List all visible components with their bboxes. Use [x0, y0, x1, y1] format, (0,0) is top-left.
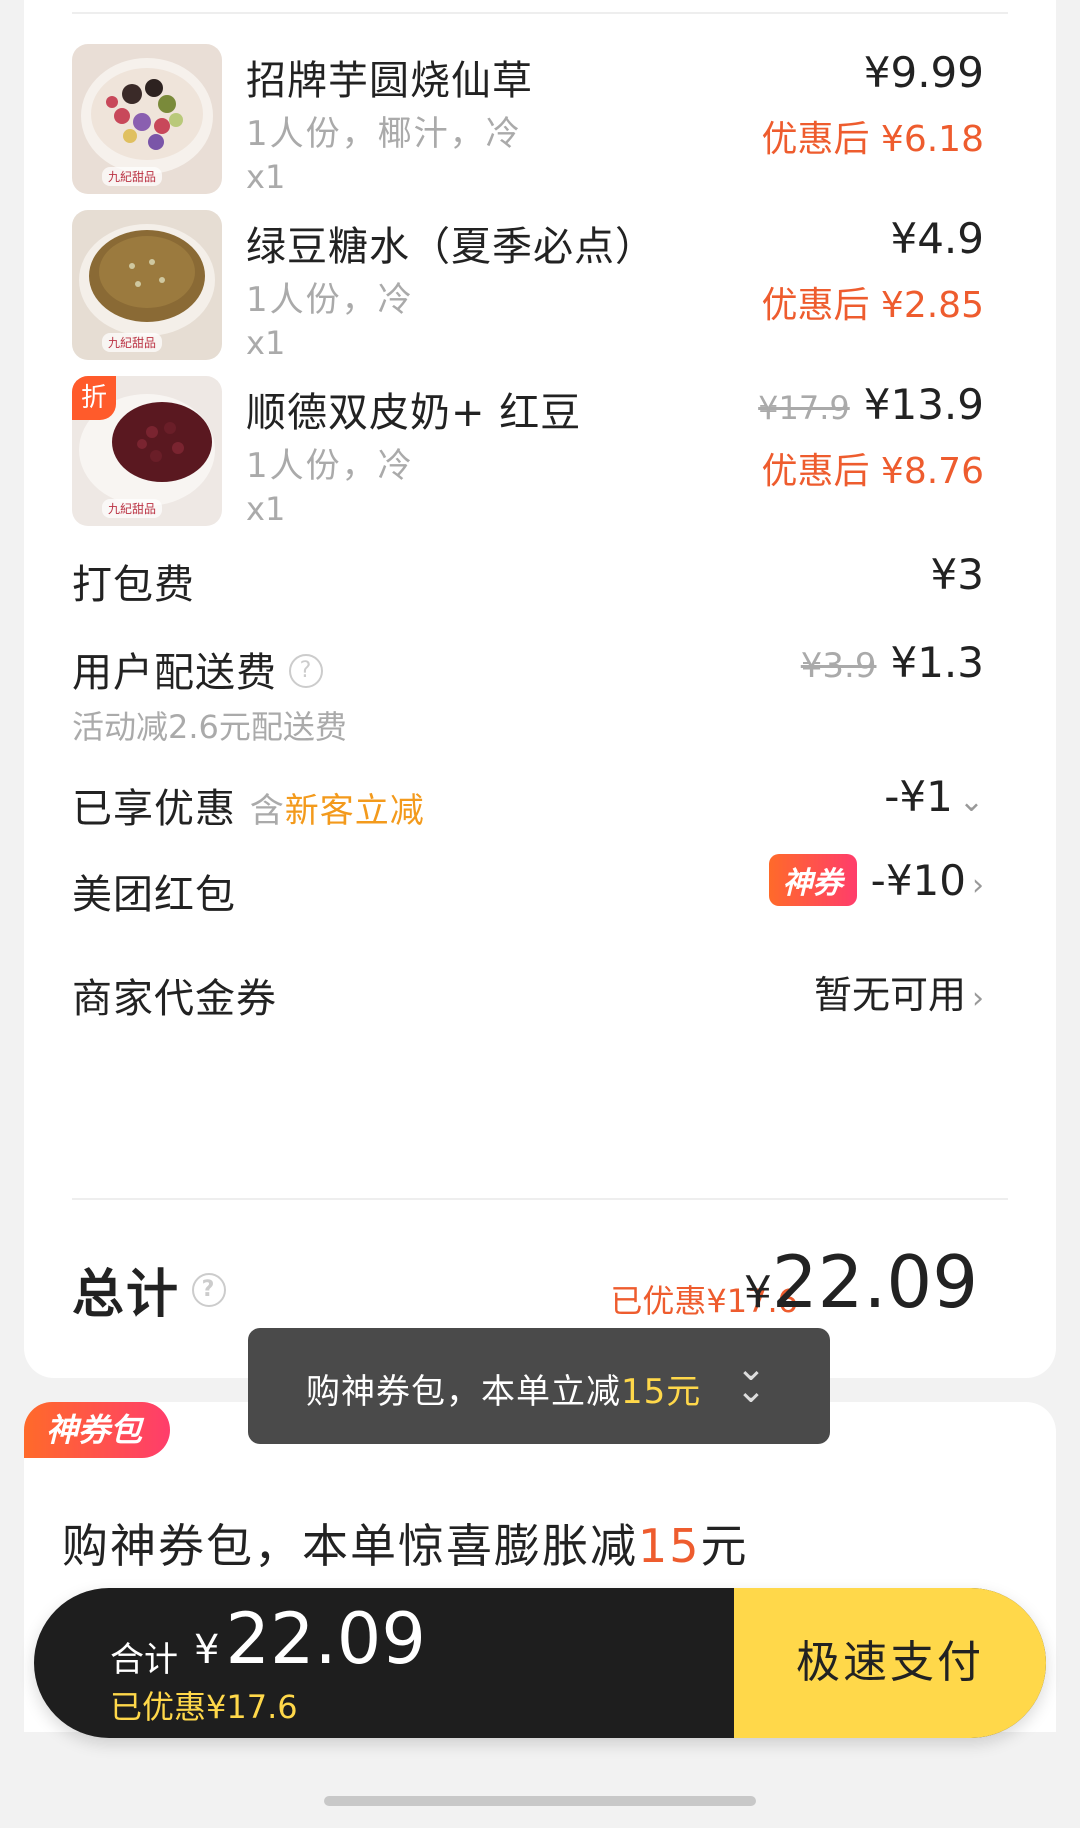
item-spec: 1人份，冷	[246, 446, 414, 486]
item-price: ¥17.9 ¥13.9	[758, 380, 984, 429]
coupon-pack-title-text: 购神券包，本单惊喜膨胀减	[62, 1519, 638, 1573]
coupon-pack-title: 购神券包，本单惊喜膨胀减15元	[62, 1510, 749, 1576]
item-image: 九紀甜品	[72, 210, 222, 360]
merchant-voucher-row[interactable]: 商家代金券 暂无可用 ›	[48, 966, 984, 1026]
delivery-fee-note: 活动减2.6元配送费	[72, 708, 347, 746]
packing-fee-label: 打包费	[72, 562, 195, 608]
coupon-toast[interactable]: 购神券包，本单立减15元 ⌄ ⌄	[248, 1328, 830, 1444]
delivery-original-fee: ¥3.9	[800, 646, 877, 686]
item-original-price: ¥17.9	[758, 389, 850, 427]
delivery-fee-row: 用户配送费? ¥3.9 ¥1.3 活动减2.6元配送费	[48, 636, 984, 746]
toast-message: 购神券包，本单立减	[306, 1372, 621, 1412]
shen-coupon-tag: 神券	[768, 853, 857, 906]
discount-value-group: -¥1 ⌄	[884, 772, 984, 821]
discount-row[interactable]: 已享优惠 含新客立减 -¥1 ⌄	[48, 772, 984, 836]
total-title: 总计?	[72, 1252, 227, 1327]
order-item: 折 九紀甜品 顺德双皮奶+ 红豆 1人份，冷 x1 ¥17.9 ¥13.9 优惠后…	[48, 376, 984, 536]
double-chevron-down-icon: ⌄ ⌄	[735, 1348, 766, 1411]
discount-prefix: 含	[249, 791, 285, 831]
item-qty: x1	[246, 490, 286, 528]
red-packet-row[interactable]: 美团红包 神券 -¥10 ›	[48, 853, 984, 922]
item-price: ¥9.99	[864, 48, 984, 97]
order-item: 九紀甜品 招牌芋圆烧仙草 1人份，椰汁，冷 x1 ¥9.99 优惠后 ¥6.18	[48, 44, 984, 204]
item-after-discount: 优惠后 ¥6.18	[761, 119, 984, 160]
item-price-value: ¥9.99	[863, 48, 984, 97]
item-price-value: ¥13.9	[863, 380, 984, 429]
discount-label: 已享优惠	[72, 786, 236, 832]
merchant-voucher-value-group: 暂无可用 ›	[814, 964, 984, 1019]
item-qty: x1	[246, 158, 286, 196]
chevron-down-icon: ⌄	[958, 784, 984, 819]
coupon-pack-tag: 神券包	[24, 1402, 171, 1458]
item-qty: x1	[246, 324, 286, 362]
pay-currency: ¥	[194, 1627, 220, 1673]
packing-fee-value: ¥3	[930, 550, 984, 599]
toast-text: 购神券包，本单立减15元	[306, 1364, 701, 1413]
total-value: 22.09	[771, 1240, 978, 1324]
delivery-fee-value-group: ¥3.9 ¥1.3	[801, 638, 984, 687]
item-watermark: 九紀甜品	[102, 499, 163, 518]
merchant-voucher-label: 商家代金券	[72, 976, 277, 1022]
pay-button[interactable]: 极速支付	[734, 1588, 1046, 1738]
item-watermark: 九紀甜品	[102, 167, 163, 186]
help-icon[interactable]: ?	[192, 1273, 227, 1307]
item-after-discount: 优惠后 ¥8.76	[761, 451, 984, 492]
pay-saved: 已优惠¥17.6	[110, 1688, 298, 1726]
discount-desc: 新客立减	[284, 791, 425, 831]
chevron-right-icon: ›	[972, 868, 984, 903]
pay-total-label: 合计	[110, 1640, 178, 1680]
total-amount: ¥22.09	[744, 1240, 978, 1324]
red-packet-value-group: 神券 -¥10 ›	[768, 853, 984, 910]
item-spec: 1人份，椰汁，冷	[246, 114, 522, 154]
total-label: 总计	[72, 1265, 181, 1325]
item-watermark: 九紀甜品	[102, 333, 163, 352]
item-image: 九紀甜品	[72, 44, 222, 194]
pay-total-amount: ¥22.09	[194, 1598, 426, 1680]
item-spec: 1人份，冷	[246, 280, 414, 320]
item-price: ¥4.9	[890, 214, 984, 263]
delivery-fee-label: 用户配送费	[72, 650, 277, 696]
pay-summary: 合计 ¥22.09 已优惠¥17.6	[34, 1588, 734, 1738]
delivery-fee-title: 用户配送费?	[72, 640, 323, 698]
home-indicator[interactable]	[324, 1796, 756, 1806]
red-packet-value: -¥10	[870, 856, 966, 905]
red-packet-label: 美团红包	[72, 872, 236, 918]
toast-highlight: 15元	[621, 1372, 702, 1412]
item-price-value: ¥4.9	[890, 214, 984, 263]
delivery-fee-value: ¥1.3	[890, 638, 984, 687]
discount-badge: 折	[72, 376, 116, 420]
coupon-pack-amount: 15	[638, 1519, 701, 1573]
merchant-voucher-value: 暂无可用	[813, 973, 966, 1017]
discount-title: 已享优惠 含新客立减	[72, 776, 425, 834]
total-currency: ¥	[743, 1267, 772, 1318]
pay-total-value: 22.09	[225, 1598, 426, 1680]
item-after-discount: 优惠后 ¥2.85	[761, 285, 984, 326]
pay-bar: 合计 ¥22.09 已优惠¥17.6 极速支付	[34, 1588, 1046, 1738]
item-name: 招牌芋圆烧仙草	[246, 58, 533, 104]
item-name: 顺德双皮奶+ 红豆	[246, 390, 582, 436]
top-divider	[72, 12, 1008, 14]
help-icon[interactable]: ?	[289, 654, 323, 688]
total-divider	[72, 1198, 1008, 1200]
chevron-right-icon: ›	[972, 981, 984, 1016]
coupon-pack-title-suffix: 元	[700, 1519, 749, 1573]
item-name: 绿豆糖水（夏季必点）	[246, 224, 656, 270]
packing-fee-row: 打包费 ¥3	[48, 548, 984, 608]
discount-value: -¥1	[884, 772, 953, 821]
order-item: 九紀甜品 绿豆糖水（夏季必点） 1人份，冷 x1 ¥4.9 优惠后 ¥2.85	[48, 210, 984, 370]
